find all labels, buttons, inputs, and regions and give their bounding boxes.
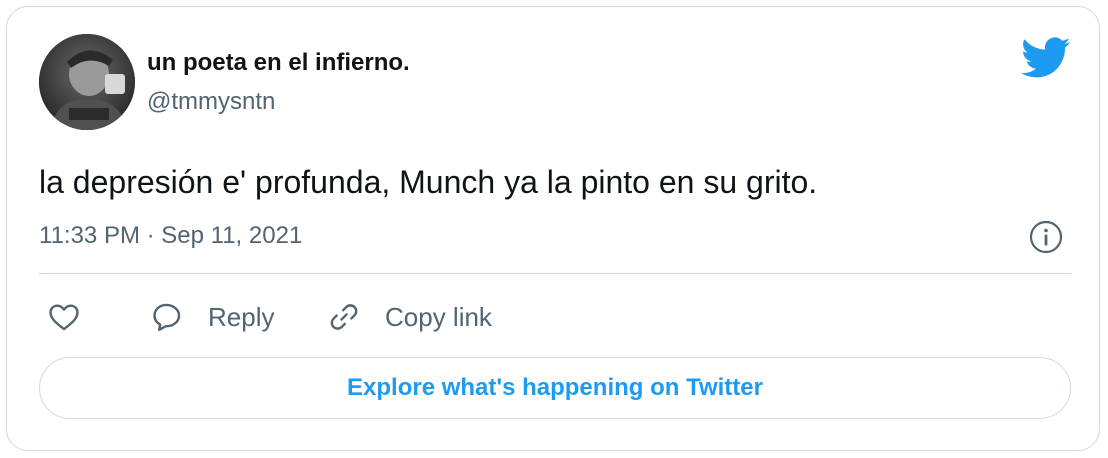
divider	[39, 273, 1071, 274]
info-icon-svg	[1029, 220, 1063, 254]
twitter-bird-icon[interactable]	[1021, 37, 1071, 79]
reply-label: Reply	[208, 301, 275, 332]
avatar-photo	[39, 34, 135, 130]
copy-link-button[interactable]: Copy link	[327, 295, 492, 339]
like-button[interactable]	[47, 295, 81, 339]
author-display-name[interactable]: un poeta en el infierno.	[147, 49, 410, 77]
avatar[interactable]	[39, 34, 135, 130]
explore-twitter-button[interactable]: Explore what's happening on Twitter	[39, 357, 1071, 419]
copy-link-label: Copy link	[385, 301, 492, 332]
tweet-card: un poeta en el infierno. @tmmysntn la de…	[6, 6, 1100, 451]
tweet-timestamp[interactable]: 11:33 PM · Sep 11, 2021	[39, 222, 302, 250]
twitter-bird-icon-svg	[1021, 37, 1071, 78]
link-icon	[327, 300, 361, 334]
info-icon[interactable]	[1029, 220, 1063, 254]
speech-bubble-icon	[150, 300, 184, 334]
reply-button[interactable]: Reply	[150, 295, 274, 339]
heart-icon	[47, 300, 81, 334]
author-handle[interactable]: @tmmysntn	[147, 88, 275, 116]
tweet-text: la depresión e' profunda, Munch ya la pi…	[39, 164, 818, 200]
